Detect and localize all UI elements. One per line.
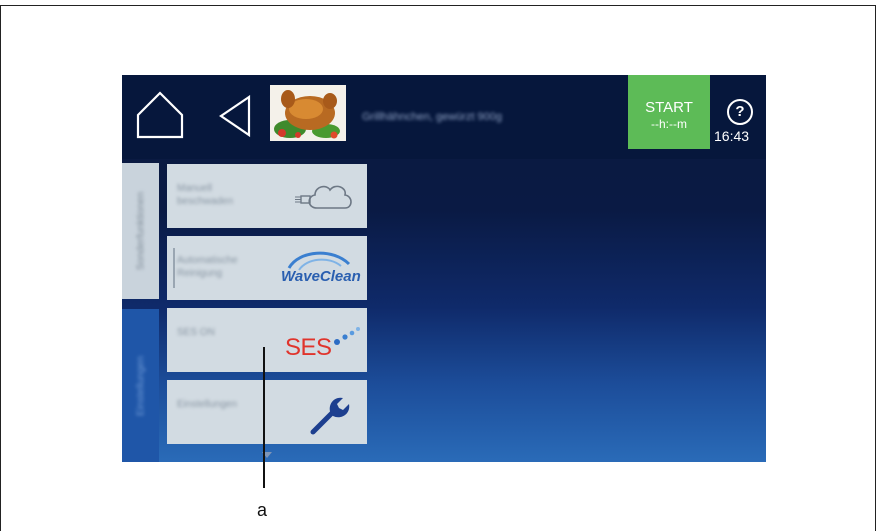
steam-cloud-icon [295, 178, 357, 218]
tile-automatic-cleaning[interactable]: Automatische Reinigung WaveClean [167, 236, 367, 300]
side-tab-settings[interactable]: Einstellungen [122, 309, 159, 462]
roast-chicken-image [270, 85, 346, 141]
home-icon [136, 91, 184, 139]
side-tab-special-functions[interactable]: Sonderfunktionen [122, 163, 159, 299]
tile-label: Einstellungen [177, 399, 238, 410]
start-timer: --h:--m [651, 117, 687, 131]
tile-ses[interactable]: SES ON SES [167, 308, 367, 372]
start-label: START [645, 99, 693, 116]
tile-manual-steam[interactable]: Manuell beschwaden [167, 164, 367, 228]
waveclean-icon: WaveClean [275, 248, 365, 292]
tile-label: SES ON [177, 327, 215, 338]
home-button[interactable] [134, 89, 186, 141]
recipe-thumbnail[interactable] [270, 85, 346, 141]
waveclean-brand: WaveClean [281, 268, 361, 285]
callout-label: a [257, 500, 268, 520]
side-tab-label: Sonderfunktionen [135, 191, 146, 271]
start-button[interactable]: START --h:--m [628, 75, 710, 149]
ses-icon: SES [285, 324, 363, 364]
side-tab-label: Einstellungen [135, 355, 146, 416]
recipe-title: Grillhähnchen, gewürzt 900g [362, 111, 503, 123]
back-arrow-icon [219, 94, 251, 138]
help-icon[interactable]: ? [727, 99, 753, 125]
tile-divider [173, 248, 175, 288]
wrench-icon [307, 392, 353, 436]
tile-settings[interactable]: Einstellungen [167, 380, 367, 444]
back-button[interactable] [215, 93, 255, 139]
tile-label: Automatische Reinigung [177, 255, 238, 279]
touch-screen: Grillhähnchen, gewürzt 900g START --h:--… [122, 75, 766, 462]
clock: 16:43 [714, 128, 750, 144]
top-bar: Grillhähnchen, gewürzt 900g START --h:--… [122, 75, 766, 159]
tile-label: Manuell beschwaden [177, 183, 234, 207]
callout-leader-line [263, 347, 265, 488]
